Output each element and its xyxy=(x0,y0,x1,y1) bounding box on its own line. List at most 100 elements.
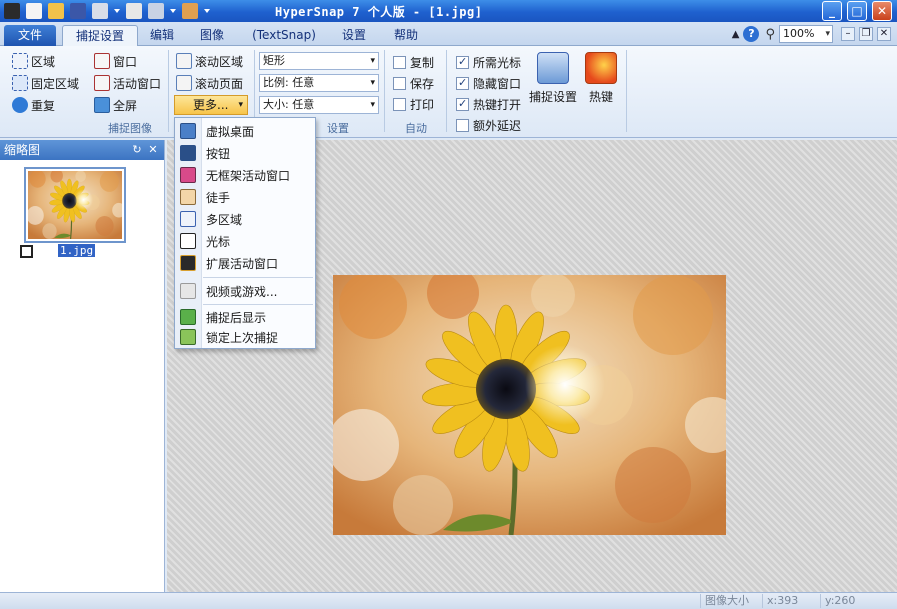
freehand-icon xyxy=(180,189,196,205)
auto-copy-checkbox[interactable]: 复制 xyxy=(393,53,434,71)
mdi-minimize-button[interactable]: – xyxy=(841,27,855,41)
quick-access-toolbar xyxy=(4,2,216,20)
checkbox-icon xyxy=(456,118,469,132)
capture-fixed-region-button[interactable]: 固定区域 xyxy=(12,74,79,92)
extra-delay-checkbox[interactable]: 额外延迟 xyxy=(456,116,521,134)
capture-fullscreen-button[interactable]: 全屏 xyxy=(94,96,137,114)
size-select[interactable]: 大小: 任意 xyxy=(259,96,379,114)
shape-select[interactable]: 矩形 xyxy=(259,52,379,70)
tab-help[interactable]: 帮助 xyxy=(382,25,430,46)
capture-window-button[interactable]: 窗口 xyxy=(94,52,137,70)
scroll-page-icon xyxy=(176,75,192,91)
checkbox-icon xyxy=(393,97,406,111)
capture-icon[interactable] xyxy=(148,3,164,19)
tab-settings[interactable]: 设置 xyxy=(330,25,378,46)
menu-item-freehand[interactable]: 徒手 xyxy=(175,186,315,208)
ribbon-separator xyxy=(168,50,169,132)
virtual-desktop-icon xyxy=(180,123,196,139)
tab-textsnap[interactable]: (TextSnap) xyxy=(242,25,326,46)
menu-item-virtual-desktop[interactable]: 虚拟桌面 xyxy=(175,120,315,142)
capture-fixed-region-label: 固定区域 xyxy=(31,76,80,91)
hotkeys-button[interactable]: 热键 xyxy=(584,52,618,105)
undo-icon[interactable] xyxy=(92,3,108,19)
menu-item-extended-window[interactable]: 扩展活动窗口 xyxy=(175,252,315,274)
more-button[interactable]: 更多... xyxy=(174,95,248,115)
capture-scroll-page-button[interactable]: 滚动页面 xyxy=(176,74,243,92)
menu-item-show-after-capture[interactable]: 捕捉后显示 xyxy=(175,306,315,328)
auto-copy-label: 复制 xyxy=(410,55,435,70)
chevron-down-icon[interactable] xyxy=(114,5,120,17)
ribbon-separator xyxy=(626,50,627,132)
capture-region-button[interactable]: 区域 xyxy=(12,52,55,70)
button-icon xyxy=(180,145,196,161)
options-group-label: 设置 xyxy=(327,122,349,135)
sunflower-image xyxy=(333,275,726,535)
print-icon[interactable] xyxy=(126,3,142,19)
thumbnail-checkbox[interactable] xyxy=(20,245,33,258)
repeat-capture-button[interactable]: 重复 xyxy=(12,96,55,114)
hotkey-open-checkbox[interactable]: 热键打开 xyxy=(456,95,521,113)
capture-scroll-region-button[interactable]: 滚动区域 xyxy=(176,52,243,70)
refresh-icon[interactable]: ↻ xyxy=(130,143,144,157)
maximize-button[interactable]: □ xyxy=(847,1,867,21)
hide-window-checkbox[interactable]: 隐藏窗口 xyxy=(456,74,521,92)
include-cursor-checkbox[interactable]: 所需光标 xyxy=(456,53,521,71)
auto-save-checkbox[interactable]: 保存 xyxy=(393,74,434,92)
tab-edit[interactable]: 编辑 xyxy=(140,25,184,46)
close-button[interactable]: ✕ xyxy=(872,1,892,21)
menu-item-multi-region[interactable]: 多区域 xyxy=(175,208,315,230)
window-icon xyxy=(94,53,110,69)
thumbnail-header: 缩略图 ↻ ✕ xyxy=(0,140,164,160)
frameless-window-icon xyxy=(180,167,196,183)
title-bar: HyperSnap 7 个人版 - [1.jpg] _ □ ✕ xyxy=(0,0,897,22)
ribbon-panel: 区域 固定区域 重复 窗口 活动窗口 全屏 捕捉图像 滚动区域 滚动页面 矩形 … xyxy=(0,46,897,138)
hide-window-label: 隐藏窗口 xyxy=(473,76,522,91)
save-icon[interactable] xyxy=(70,3,86,19)
tab-image[interactable]: 图像 xyxy=(188,25,236,46)
app-icon[interactable] xyxy=(4,3,20,19)
help-icon[interactable]: ? xyxy=(743,26,760,42)
capture-region-label: 区域 xyxy=(31,54,56,69)
magnifier-icon[interactable]: ⚲ xyxy=(765,27,775,42)
menu-item-video-game[interactable]: 视频或游戏... xyxy=(175,280,315,302)
minimize-button[interactable]: _ xyxy=(822,1,842,21)
mdi-close-button[interactable]: ✕ xyxy=(877,27,891,41)
menu-item-frameless-window[interactable]: 无框架活动窗口 xyxy=(175,164,315,186)
fullscreen-icon xyxy=(94,97,110,113)
close-icon[interactable]: ✕ xyxy=(146,143,160,157)
capture-group-label: 捕捉图像 xyxy=(108,122,152,135)
menu-item-cursor[interactable]: 光标 xyxy=(175,230,315,252)
menu-item-lock-last-capture[interactable]: 锁定上次捕捉 xyxy=(175,326,315,348)
hotkeys-icon xyxy=(585,52,617,84)
chevron-down-icon[interactable] xyxy=(204,5,210,17)
capture-scroll-page-label: 滚动页面 xyxy=(195,76,244,91)
tab-file[interactable]: 文件 xyxy=(4,25,56,46)
capture-window-label: 窗口 xyxy=(113,54,138,69)
ratio-select[interactable]: 比例: 任意 xyxy=(259,74,379,92)
ribbon-right-controls: ▲ ? ⚲ 100% – ❐ ✕ xyxy=(732,25,891,43)
capture-settings-icon xyxy=(537,52,569,84)
new-file-icon[interactable] xyxy=(26,3,42,19)
chevron-down-icon[interactable] xyxy=(170,5,176,17)
mdi-restore-button[interactable]: ❐ xyxy=(859,27,873,41)
extended-window-icon xyxy=(180,255,196,271)
capture-settings-button[interactable]: 捕捉设置 xyxy=(528,52,578,105)
collapse-ribbon-icon[interactable]: ▲ xyxy=(732,29,740,40)
extra-delay-label: 额外延迟 xyxy=(473,118,522,133)
status-y: y:260 xyxy=(820,594,897,608)
thumbnail-item[interactable] xyxy=(24,167,126,243)
auto-print-checkbox[interactable]: 打印 xyxy=(393,95,434,113)
repeat-capture-label: 重复 xyxy=(31,98,56,113)
open-folder-icon[interactable] xyxy=(48,3,64,19)
tab-capture-settings[interactable]: 捕捉设置 xyxy=(62,25,138,46)
menu-item-button[interactable]: 按钮 xyxy=(175,142,315,164)
capture-active-window-button[interactable]: 活动窗口 xyxy=(94,74,161,92)
thumbnail-image xyxy=(28,171,122,239)
auto-print-label: 打印 xyxy=(410,97,435,112)
capture-settings-label: 捕捉设置 xyxy=(528,90,577,104)
zoom-select[interactable]: 100% xyxy=(779,25,833,43)
tool-icon[interactable] xyxy=(182,3,198,19)
active-window-icon xyxy=(94,75,110,91)
hotkey-open-label: 热键打开 xyxy=(473,97,522,112)
capture-fullscreen-label: 全屏 xyxy=(113,98,138,113)
